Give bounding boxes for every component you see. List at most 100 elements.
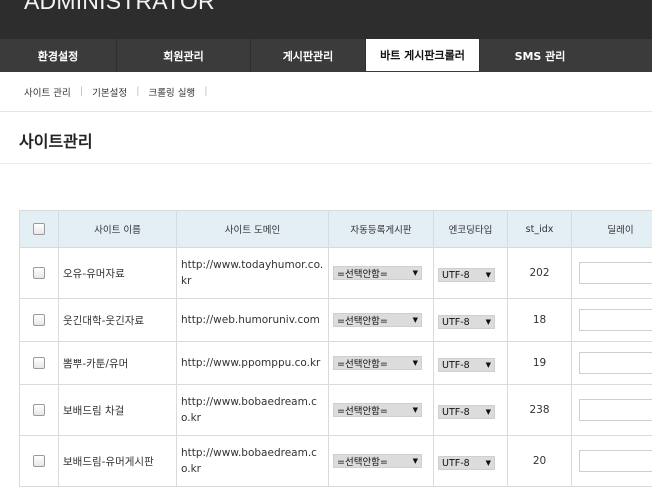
row-checkbox[interactable] [33,357,45,369]
main-nav: 환경설정 회원관리 게시판관리 바트 게시판크롤러 SMS 관리 [0,39,652,72]
triangle-down-icon: ▼ [412,406,418,414]
st-idx: 18 [507,298,572,342]
table-row: 보배드림 차걸 http://www.bobaedream.co.kr =선택안… [19,384,652,436]
tab-environment-settings[interactable]: 환경설정 [0,39,117,72]
row-check-cell [19,435,59,487]
subnav-divider: | [79,86,84,97]
delay-cell [571,341,652,385]
encoding-cell: UTF-8 ▼ [433,435,508,487]
header-encoding: 엔코딩타입 [433,210,508,248]
subnav-basic-settings[interactable]: 기본설정 [92,85,127,99]
subnav-divider: | [204,86,208,97]
st-idx: 19 [507,341,572,385]
site-name: 뽐뿌-카툰/유머 [58,341,177,385]
delay-cell [571,247,652,299]
site-domain: http://www.todayhumor.co.kr [176,247,329,299]
delay-input[interactable] [579,352,652,374]
auto-board-cell: =선택안함= ▼ [328,341,434,385]
header-auto-board: 자동등록게시판 [328,210,434,248]
auto-board-cell: =선택안함= ▼ [328,384,434,436]
encoding-select[interactable]: UTF-8 ▼ [438,405,495,419]
row-checkbox[interactable] [33,455,45,467]
delay-input[interactable] [579,309,652,331]
encoding-select[interactable]: UTF-8 ▼ [438,315,495,329]
encoding-cell: UTF-8 ▼ [433,298,508,342]
encoding-cell: UTF-8 ▼ [433,247,508,299]
st-idx: 20 [507,435,572,487]
delay-cell [571,384,652,436]
triangle-down-icon: ▼ [485,318,491,326]
site-name: 보배드림 차걸 [58,384,177,436]
tab-board-crawler[interactable]: 바트 게시판크롤러 [366,39,480,71]
header-st-idx: st_idx [507,210,572,248]
site-table: 사이트 이름 사이트 도메인 자동등록게시판 엔코딩타입 st_idx 딜레이 … [19,210,652,487]
table-row: 웃긴대학-웃긴자료 http://web.humoruniv.com =선택안함… [19,298,652,342]
site-domain: http://www.bobaedream.co.kr [176,384,329,436]
encoding-cell: UTF-8 ▼ [433,341,508,385]
site-domain: http://www.ppomppu.co.kr [176,341,329,385]
delay-cell [571,435,652,487]
site-domain: http://web.humoruniv.com [176,298,329,342]
auto-board-value: =선택안함= [337,269,388,280]
row-check-cell [19,341,59,385]
tab-sms-management[interactable]: SMS 관리 [480,39,600,72]
st-idx: 202 [507,247,572,299]
row-checkbox[interactable] [33,314,45,326]
title-divider [0,163,652,164]
row-check-cell [19,384,59,436]
header-site-domain: 사이트 도메인 [176,210,329,248]
auto-board-cell: =선택안함= ▼ [328,298,434,342]
select-all-checkbox[interactable] [33,223,45,235]
subnav-site-management[interactable]: 사이트 관리 [24,85,71,99]
site-name: 오유-유머자료 [58,247,177,299]
delay-input[interactable] [579,262,652,284]
auto-board-value: =선택안함= [337,457,388,468]
tab-member-management[interactable]: 회원관리 [117,39,251,72]
auto-board-select[interactable]: =선택안함= ▼ [333,356,422,370]
row-check-cell [19,247,59,299]
tab-board-management[interactable]: 게시판관리 [251,39,366,72]
triangle-down-icon: ▼ [485,459,491,467]
sub-nav: 사이트 관리 | 기본설정 | 크롤링 실행 | [0,72,652,112]
encoding-value: UTF-8 [442,457,470,469]
auto-board-value: =선택안함= [337,359,388,370]
page-title: 사이트관리 [19,132,93,151]
site-name: 웃긴대학-웃긴자료 [58,298,177,342]
triangle-down-icon: ▼ [485,408,491,416]
row-checkbox[interactable] [33,267,45,279]
auto-board-cell: =선택안함= ▼ [328,247,434,299]
encoding-select[interactable]: UTF-8 ▼ [438,358,495,372]
encoding-select[interactable]: UTF-8 ▼ [438,456,495,470]
header-site-name: 사이트 이름 [58,210,177,248]
site-name: 보배드림-유머게시판 [58,435,177,487]
subnav-run-crawling[interactable]: 크롤링 실행 [148,85,195,99]
auto-board-select[interactable]: =선택안함= ▼ [333,403,422,417]
delay-input[interactable] [579,399,652,421]
encoding-value: UTF-8 [442,269,470,281]
select-all-cell [19,210,59,248]
triangle-down-icon: ▼ [485,271,491,279]
site-domain: http://www.bobaedream.co.kr [176,435,329,487]
encoding-select[interactable]: UTF-8 ▼ [438,268,495,282]
st-idx: 238 [507,384,572,436]
admin-brand-title: ADMINISTRATOR [24,0,215,14]
triangle-down-icon: ▼ [412,457,418,465]
encoding-cell: UTF-8 ▼ [433,384,508,436]
top-bar: ADMINISTRATOR [0,0,652,39]
triangle-down-icon: ▼ [412,359,418,367]
header-delay: 딜레이 [571,210,652,248]
triangle-down-icon: ▼ [485,361,491,369]
auto-board-select[interactable]: =선택안함= ▼ [333,313,422,327]
auto-board-select[interactable]: =선택안함= ▼ [333,454,422,468]
delay-input[interactable] [579,450,652,472]
triangle-down-icon: ▼ [412,269,418,277]
encoding-value: UTF-8 [442,316,470,328]
subnav-divider: | [136,86,140,97]
auto-board-select[interactable]: =선택안함= ▼ [333,266,422,280]
table-header-row: 사이트 이름 사이트 도메인 자동등록게시판 엔코딩타입 st_idx 딜레이 [19,210,652,248]
encoding-value: UTF-8 [442,406,470,418]
encoding-value: UTF-8 [442,359,470,371]
table-row: 보배드림-유머게시판 http://www.bobaedream.co.kr =… [19,435,652,487]
triangle-down-icon: ▼ [412,316,418,324]
row-checkbox[interactable] [33,404,45,416]
